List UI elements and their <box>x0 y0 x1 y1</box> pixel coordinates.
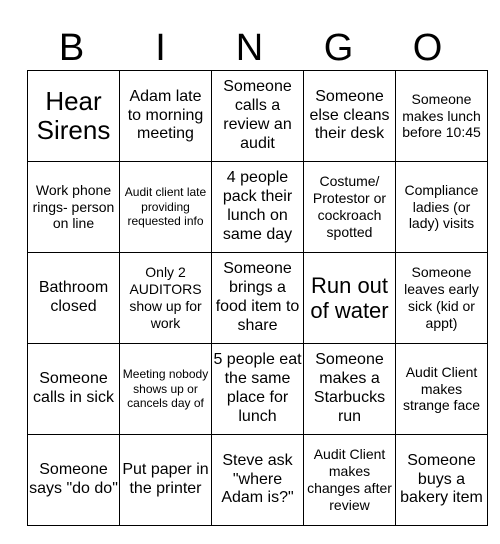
bingo-cell-label: Someone else cleans their desk <box>309 87 390 143</box>
bingo-row: Someone calls in sick Meeting nobody sho… <box>27 343 488 435</box>
bingo-cell-label: Someone brings a food item to share <box>215 260 300 334</box>
bingo-cell-label: Steve ask "where Adam is?" <box>221 451 294 507</box>
bingo-row: Work phone rings- person on line Audit c… <box>27 161 488 253</box>
bingo-header: B I N G O <box>27 26 472 70</box>
bingo-cell[interactable]: Meeting nobody shows up or cancels day o… <box>119 343 212 435</box>
bingo-cell-label: Compliance ladies (or lady) visits <box>404 181 479 232</box>
bingo-cell-label: Hear Sirens <box>36 85 111 145</box>
bingo-cell[interactable]: Someone calls in sick <box>27 343 120 435</box>
bingo-cell[interactable]: Costume/ Protestor or cockroach spotted <box>303 161 396 253</box>
bingo-cell-label: Run out of water <box>310 272 389 323</box>
bingo-cell[interactable]: Someone buys a bakery item <box>395 434 488 526</box>
bingo-cell-label: Work phone rings- person on line <box>32 181 115 232</box>
bingo-cell-label: Audit client late providing requested in… <box>124 185 207 229</box>
bingo-cell[interactable]: Bathroom closed <box>27 252 120 344</box>
bingo-header-letter-i: I <box>155 27 166 69</box>
bingo-cell-label: Someone calls a review an audit <box>223 78 292 152</box>
bingo-cell-label: Adam late to morning meeting <box>127 87 204 143</box>
bingo-cell[interactable]: Adam late to morning meeting <box>119 70 212 162</box>
bingo-cell[interactable]: Steve ask "where Adam is?" <box>211 434 304 526</box>
bingo-header-letter-b: B <box>58 27 85 69</box>
bingo-cell[interactable]: Someone leaves early sick (kid or appt) <box>395 252 488 344</box>
bingo-cell[interactable]: Someone brings a food item to share <box>211 252 304 344</box>
bingo-cell-label: Audit Client makes strange face <box>402 363 481 414</box>
bingo-cell-label: Bathroom closed <box>38 279 109 315</box>
bingo-cell[interactable]: Someone says "do do" <box>27 434 120 526</box>
bingo-cell[interactable]: Audit Client makes strange face <box>395 343 488 435</box>
bingo-cell-label: Someone buys a bakery item <box>400 451 483 507</box>
bingo-cell-label: Someone leaves early sick (kid or appt) <box>404 264 479 331</box>
bingo-cell-label: Someone says "do do" <box>29 461 118 497</box>
bingo-row: Someone says "do do" Put paper in the pr… <box>27 434 488 526</box>
bingo-cell[interactable]: Someone else cleans their desk <box>303 70 396 162</box>
bingo-cell[interactable]: Audit client late providing requested in… <box>119 161 212 253</box>
bingo-cell-label: 4 people pack their lunch on same day <box>222 169 293 243</box>
bingo-cell[interactable]: 4 people pack their lunch on same day <box>211 161 304 253</box>
bingo-cell[interactable]: Someone makes lunch before 10:45 <box>395 70 488 162</box>
bingo-header-letter-g: G <box>323 27 354 69</box>
bingo-row: Hear Sirens Adam late to morning meeting… <box>27 70 488 162</box>
bingo-cell[interactable]: Hear Sirens <box>27 70 120 162</box>
bingo-cell-label: 5 people eat the same place for lunch <box>213 351 302 425</box>
bingo-cell[interactable]: Someone makes a Starbucks run <box>303 343 396 435</box>
bingo-cell-free-space[interactable]: Run out of water <box>303 252 396 344</box>
bingo-cell[interactable]: Put paper in the printer <box>119 434 212 526</box>
bingo-cell[interactable]: Audit Client makes changes after review <box>303 434 396 526</box>
bingo-grid: Hear Sirens Adam late to morning meeting… <box>27 70 488 526</box>
bingo-cell-label: Someone calls in sick <box>33 370 114 406</box>
bingo-cell[interactable]: Work phone rings- person on line <box>27 161 120 253</box>
bingo-cell-label: Someone makes a Starbucks run <box>313 351 386 425</box>
bingo-cell[interactable]: Compliance ladies (or lady) visits <box>395 161 488 253</box>
bingo-cell[interactable]: Only 2 AUDITORS show up for work <box>119 252 212 344</box>
bingo-cell-label: Only 2 AUDITORS show up for work <box>129 264 202 331</box>
bingo-cell-label: Audit Client makes changes after review <box>307 446 392 513</box>
bingo-cell-label: Someone makes lunch before 10:45 <box>402 90 481 141</box>
bingo-cell-label: Put paper in the printer <box>122 461 209 497</box>
bingo-cell[interactable]: 5 people eat the same place for lunch <box>211 343 304 435</box>
bingo-cell-label: Meeting nobody shows up or cancels day o… <box>122 367 209 411</box>
bingo-header-letter-o: O <box>412 27 443 69</box>
bingo-card: B I N G O Hear Sirens Adam late to morni… <box>0 0 500 544</box>
bingo-cell[interactable]: Someone calls a review an audit <box>211 70 304 162</box>
bingo-cell-label: Costume/ Protestor or cockroach spotted <box>312 173 387 240</box>
bingo-row: Bathroom closed Only 2 AUDITORS show up … <box>27 252 488 344</box>
bingo-header-letter-n: N <box>235 27 264 69</box>
